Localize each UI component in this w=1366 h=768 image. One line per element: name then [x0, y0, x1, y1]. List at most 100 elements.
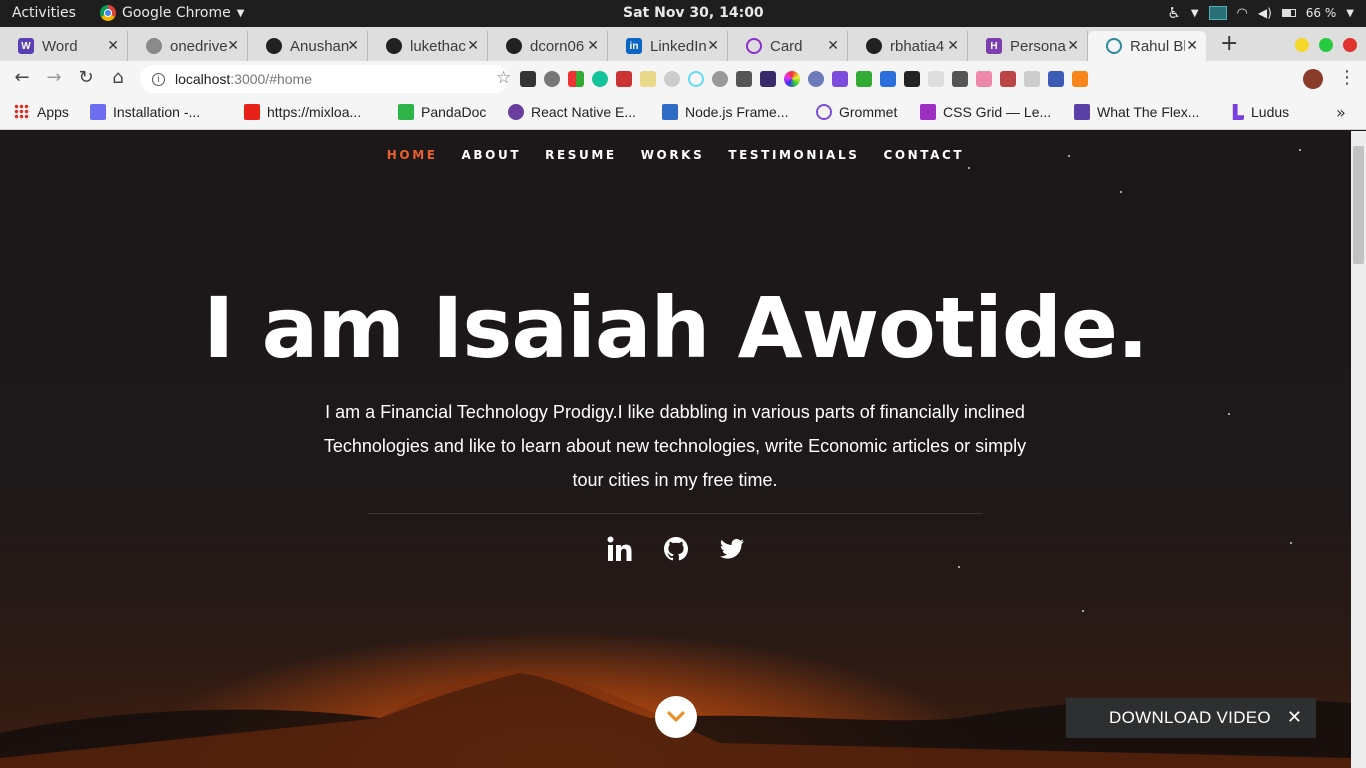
nav-home[interactable]: HOME — [387, 148, 438, 162]
reload-icon[interactable]: ↻ — [74, 67, 98, 88]
extension-icon[interactable] — [928, 71, 944, 87]
bookmark-installation[interactable]: Installation -... — [90, 104, 200, 120]
maximize-button[interactable] — [1319, 38, 1333, 52]
battery-level: 66 % — [1305, 6, 1337, 20]
address-bar[interactable]: i localhost:3000/#home ☆ — [140, 65, 511, 93]
home-icon[interactable]: ⌂ — [106, 67, 130, 88]
tab-card[interactable]: Card ✕ — [728, 31, 848, 61]
bookmark-grommet[interactable]: Grommet — [816, 104, 897, 120]
extension-icon[interactable] — [664, 71, 680, 87]
close-icon[interactable]: ✕ — [947, 37, 959, 54]
tab-anushan[interactable]: Anushan ✕ — [248, 31, 368, 61]
activities-button[interactable]: Activities — [12, 5, 76, 21]
profile-avatar[interactable] — [1303, 69, 1323, 89]
react-devtools-icon[interactable] — [688, 71, 704, 87]
bookmark-nodejs[interactable]: Node.js Frame... — [662, 104, 788, 120]
extension-icon[interactable] — [976, 71, 992, 87]
tab-word[interactable]: W Word ✕ — [0, 31, 128, 61]
hero-title: I am Isaiah Awotide. — [203, 279, 1149, 377]
tab-linkedin[interactable]: in LinkedIn ✕ — [608, 31, 728, 61]
bookmark-css-grid[interactable]: CSS Grid — Le... — [920, 104, 1051, 120]
react-icon — [1106, 38, 1122, 54]
extension-icon[interactable] — [736, 71, 752, 87]
nav-contact[interactable]: CONTACT — [883, 148, 964, 162]
bookmark-label: Installation -... — [113, 104, 201, 120]
extension-icon[interactable] — [1000, 71, 1016, 87]
close-icon[interactable]: ✕ — [827, 37, 839, 54]
bookmark-ludus[interactable]: Ludus — [1228, 104, 1289, 120]
grammarly-icon[interactable] — [592, 71, 608, 87]
twitter-icon[interactable] — [719, 536, 745, 562]
more-vert-icon[interactable]: ⋮ — [1338, 67, 1356, 88]
tab-rahul[interactable]: Rahul Bh ✕ — [1088, 31, 1206, 61]
download-video-bar[interactable]: DOWNLOAD VIDEO ✕ — [1066, 698, 1316, 738]
close-icon[interactable]: ✕ — [707, 37, 719, 54]
close-icon[interactable]: ✕ — [347, 37, 359, 54]
extension-icon[interactable] — [568, 71, 584, 87]
close-icon[interactable]: ✕ — [227, 37, 239, 54]
bookmarks-overflow-icon[interactable]: » — [1336, 103, 1346, 122]
browser-toolbar: ← → ↻ ⌂ i localhost:3000/#home ☆ ⋮ — [0, 61, 1366, 97]
minimize-button[interactable] — [1295, 38, 1309, 52]
youtube-icon — [244, 104, 260, 120]
extension-icon[interactable] — [856, 71, 872, 87]
close-window-button[interactable] — [1343, 38, 1357, 52]
extension-icon[interactable] — [904, 71, 920, 87]
apps-grid-icon — [14, 104, 30, 120]
bookmark-apps[interactable]: Apps — [14, 104, 69, 120]
extension-icon[interactable] — [952, 71, 968, 87]
metamask-icon[interactable] — [1072, 71, 1088, 87]
flex-icon — [1074, 104, 1090, 120]
download-video-label[interactable]: DOWNLOAD VIDEO — [1109, 708, 1271, 728]
extension-icon[interactable] — [544, 71, 560, 87]
tab-lukethac[interactable]: lukethac ✕ — [368, 31, 488, 61]
bookmark-flex[interactable]: What The Flex... — [1074, 104, 1199, 120]
tab-persona[interactable]: H Persona ✕ — [968, 31, 1088, 61]
bookmark-icon — [90, 104, 106, 120]
app-menu[interactable]: Google Chrome ▼ — [100, 5, 244, 21]
close-icon[interactable]: ✕ — [467, 37, 479, 54]
scrollbar-thumb[interactable] — [1353, 146, 1364, 264]
close-icon[interactable]: ✕ — [1186, 37, 1198, 54]
system-monitor-icon[interactable] — [1208, 6, 1227, 20]
extension-icon[interactable] — [760, 71, 776, 87]
github-icon[interactable] — [663, 536, 689, 562]
extension-icon[interactable] — [640, 71, 656, 87]
close-icon[interactable]: ✕ — [1287, 707, 1302, 728]
nav-testimonials[interactable]: TESTIMONIALS — [728, 148, 859, 162]
extension-icon[interactable] — [784, 71, 800, 87]
word-icon: W — [18, 38, 34, 54]
extension-icon[interactable] — [712, 71, 728, 87]
bookmark-react-native[interactable]: React Native E... — [508, 104, 636, 120]
star-dot — [1120, 191, 1122, 193]
close-icon[interactable]: ✕ — [107, 37, 119, 54]
close-icon[interactable]: ✕ — [1067, 37, 1079, 54]
bookmark-star-icon[interactable]: ☆ — [496, 68, 511, 87]
extension-icon[interactable] — [832, 71, 848, 87]
clock[interactable]: Sat Nov 30, 14:00 — [623, 5, 764, 21]
extension-icon[interactable] — [616, 71, 632, 87]
bookmark-mixloa[interactable]: https://mixloa... — [244, 104, 361, 120]
tab-rbhatia4[interactable]: rbhatia4 ✕ — [848, 31, 968, 61]
close-icon[interactable]: ✕ — [587, 37, 599, 54]
extension-icon[interactable] — [880, 71, 896, 87]
tab-onedrive[interactable]: onedrive ✕ — [128, 31, 248, 61]
forward-arrow-icon[interactable]: → — [42, 67, 66, 88]
scroll-down-button[interactable] — [655, 696, 697, 738]
new-tab-button[interactable]: + — [1220, 31, 1238, 56]
system-status-area[interactable]: ♿ ▼ ◠ ◀) 66 % ▼ — [1167, 4, 1354, 22]
nav-works[interactable]: WORKS — [641, 148, 705, 162]
accessibility-icon[interactable]: ♿ — [1167, 4, 1180, 22]
linkedin-icon[interactable] — [607, 536, 633, 562]
extension-icon[interactable] — [1024, 71, 1040, 87]
back-arrow-icon[interactable]: ← — [10, 67, 34, 88]
info-icon[interactable]: i — [152, 72, 165, 86]
nav-resume[interactable]: RESUME — [545, 148, 617, 162]
extension-icon[interactable] — [1048, 71, 1064, 87]
heroku-icon: H — [986, 38, 1002, 54]
extension-icon[interactable] — [808, 71, 824, 87]
nav-about[interactable]: ABOUT — [462, 148, 522, 162]
bookmark-pandadoc[interactable]: PandaDoc — [398, 104, 486, 120]
tab-dcorn06[interactable]: dcorn06 ✕ — [488, 31, 608, 61]
extension-icon[interactable] — [520, 71, 536, 87]
